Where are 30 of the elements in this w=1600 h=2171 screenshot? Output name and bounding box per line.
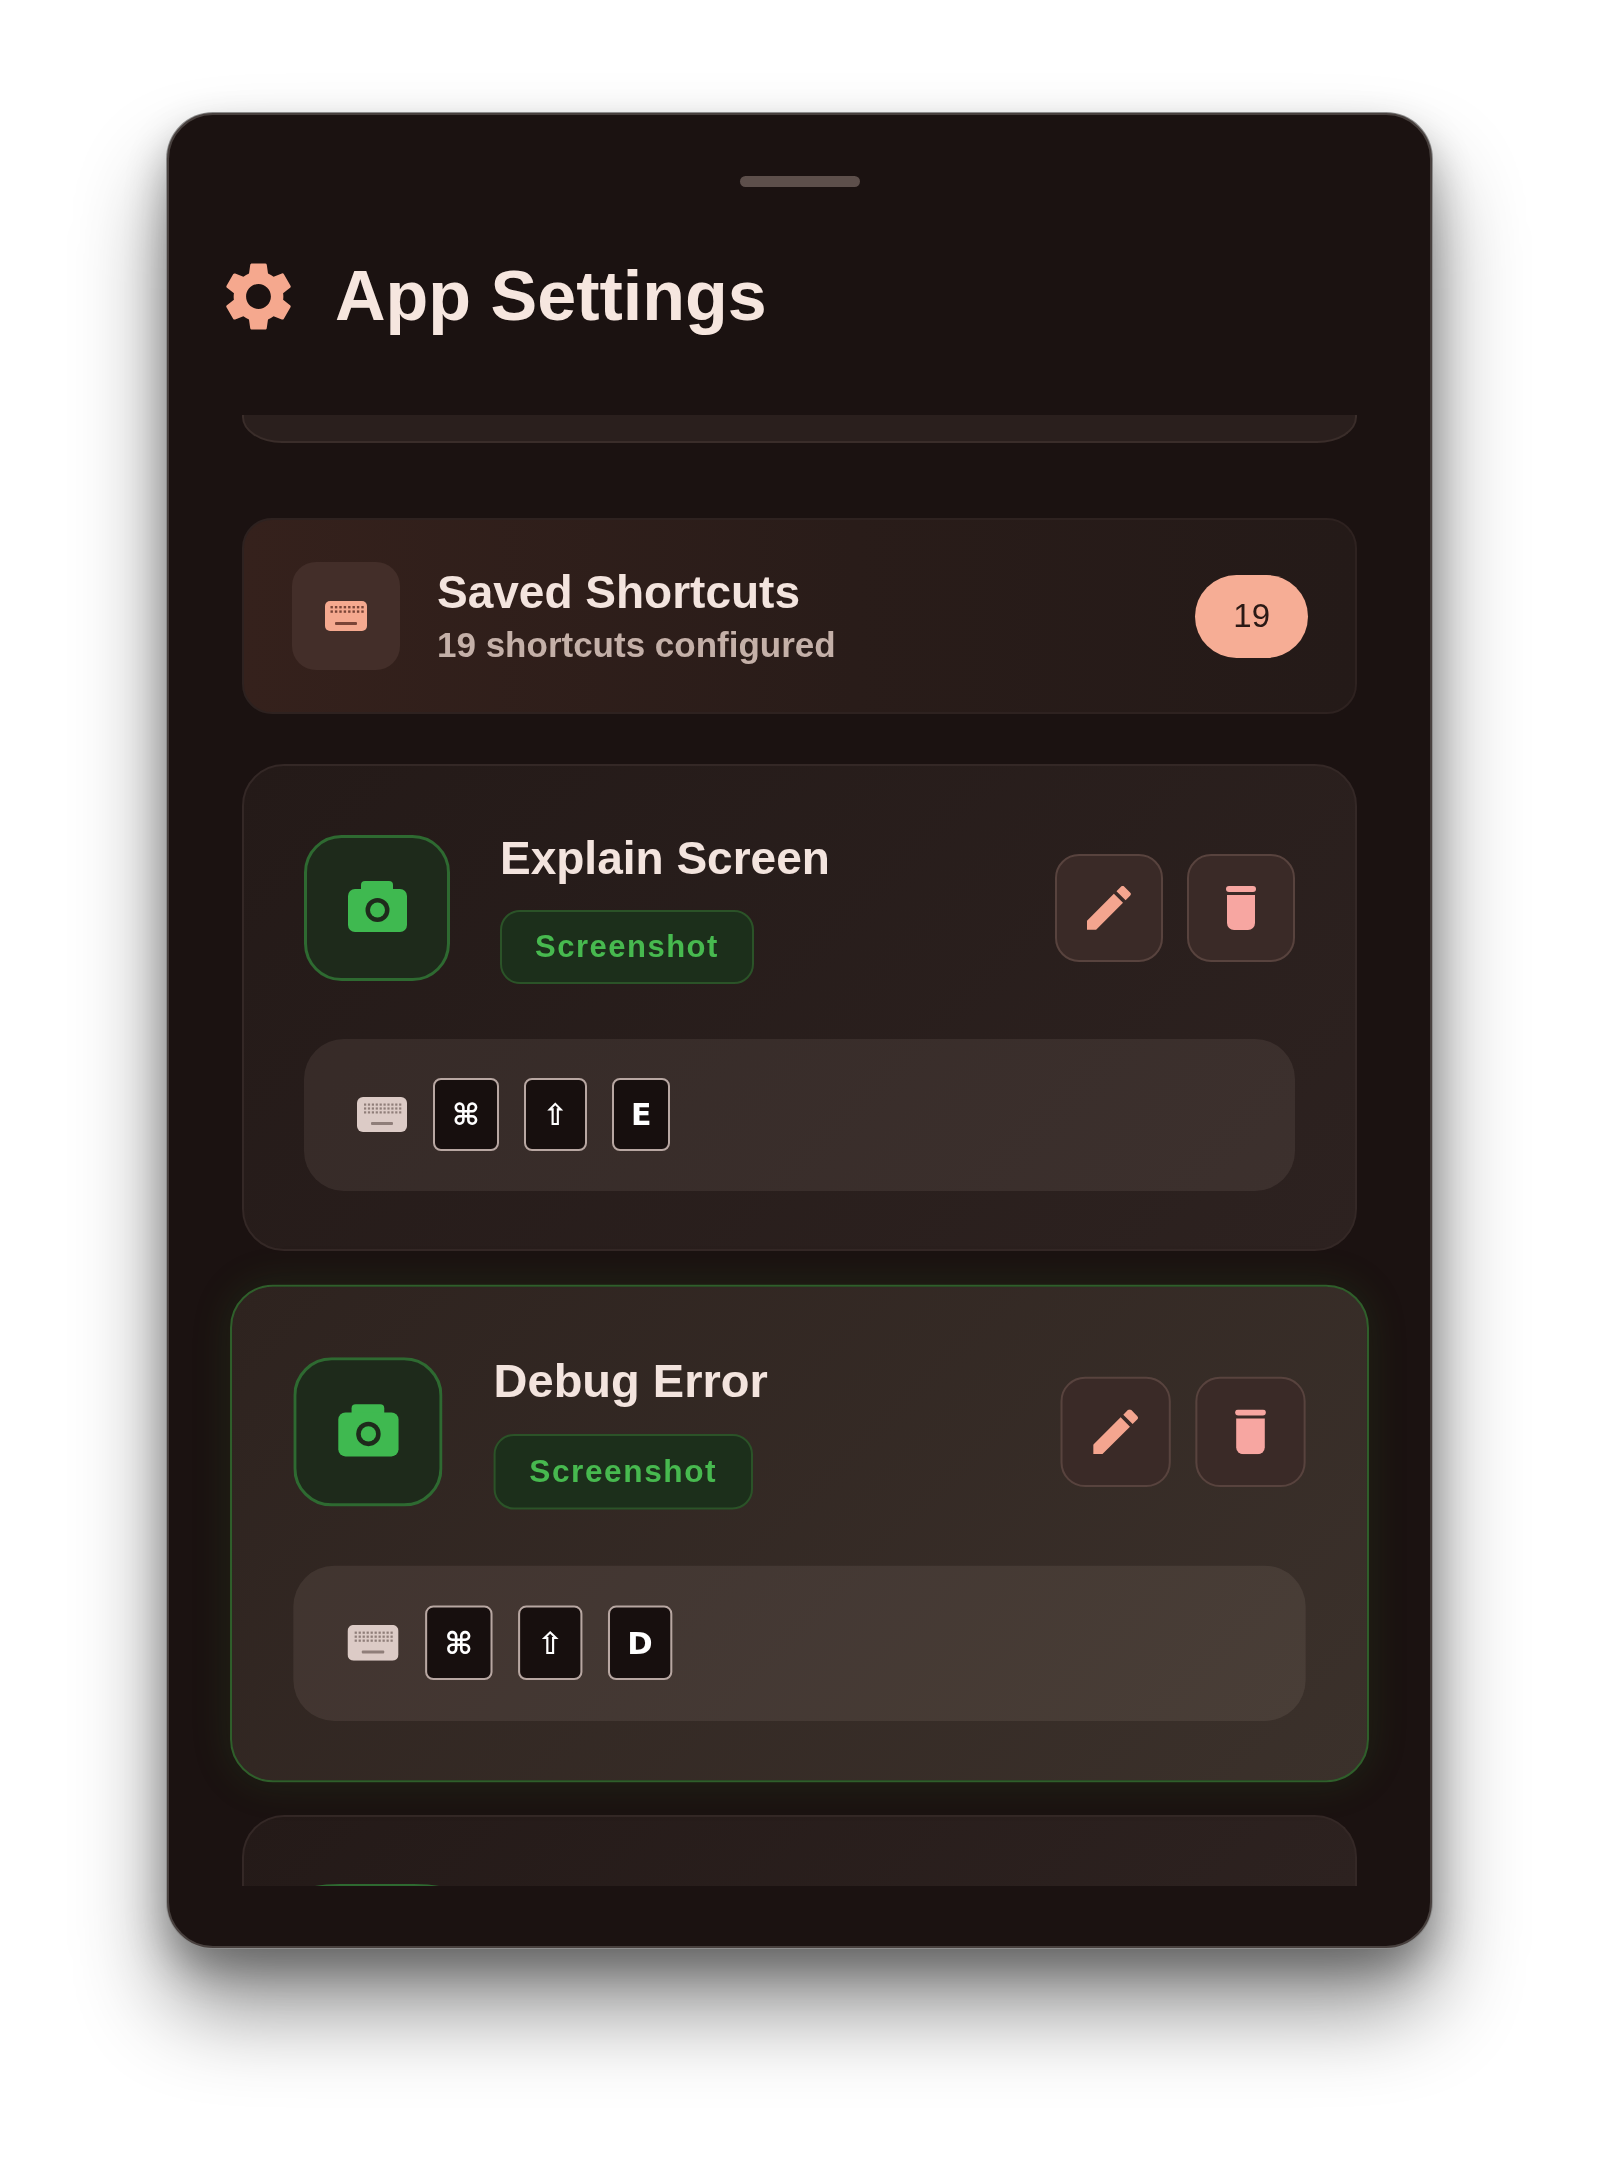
key-cap: E	[612, 1078, 671, 1152]
delete-button[interactable]	[1195, 1376, 1306, 1487]
shortcut-title: Explain Screen	[500, 833, 830, 884]
key-cap: D	[607, 1605, 673, 1680]
section-title: Saved Shortcuts	[437, 565, 800, 619]
shortcut-title: Debug Error	[493, 1354, 768, 1407]
key-cap: ⌘	[425, 1605, 493, 1680]
shortcut-card[interactable]: Debug Error Screenshot ⌘ ⇧ D	[230, 1284, 1369, 1782]
trash-icon	[1224, 886, 1258, 931]
keyboard-icon	[292, 562, 400, 670]
type-tag: Screenshot	[500, 909, 754, 984]
camera-icon	[293, 1357, 443, 1507]
type-tag: Screenshot	[493, 1433, 753, 1509]
delete-button[interactable]	[1187, 854, 1295, 963]
keyboard-icon	[357, 1097, 407, 1133]
camera-icon	[304, 835, 450, 982]
key-cap: ⇧	[517, 1605, 583, 1680]
key-cap: ⇧	[523, 1078, 587, 1152]
drag-handle[interactable]	[739, 176, 860, 187]
shortcut-card[interactable]: Explain Screen Screenshot ⌘ ⇧ E	[242, 764, 1357, 1251]
keyboard-icon	[347, 1624, 399, 1661]
section-subtitle: 19 shortcuts configured	[437, 624, 836, 667]
trash-icon	[1233, 1409, 1268, 1455]
edit-button[interactable]	[1055, 854, 1163, 963]
count-badge: 19	[1195, 574, 1308, 658]
key-cap: ⌘	[433, 1078, 499, 1152]
edit-button[interactable]	[1060, 1376, 1171, 1487]
pencil-icon	[1093, 1409, 1139, 1455]
pencil-icon	[1087, 886, 1131, 931]
settings-icon	[224, 261, 293, 331]
